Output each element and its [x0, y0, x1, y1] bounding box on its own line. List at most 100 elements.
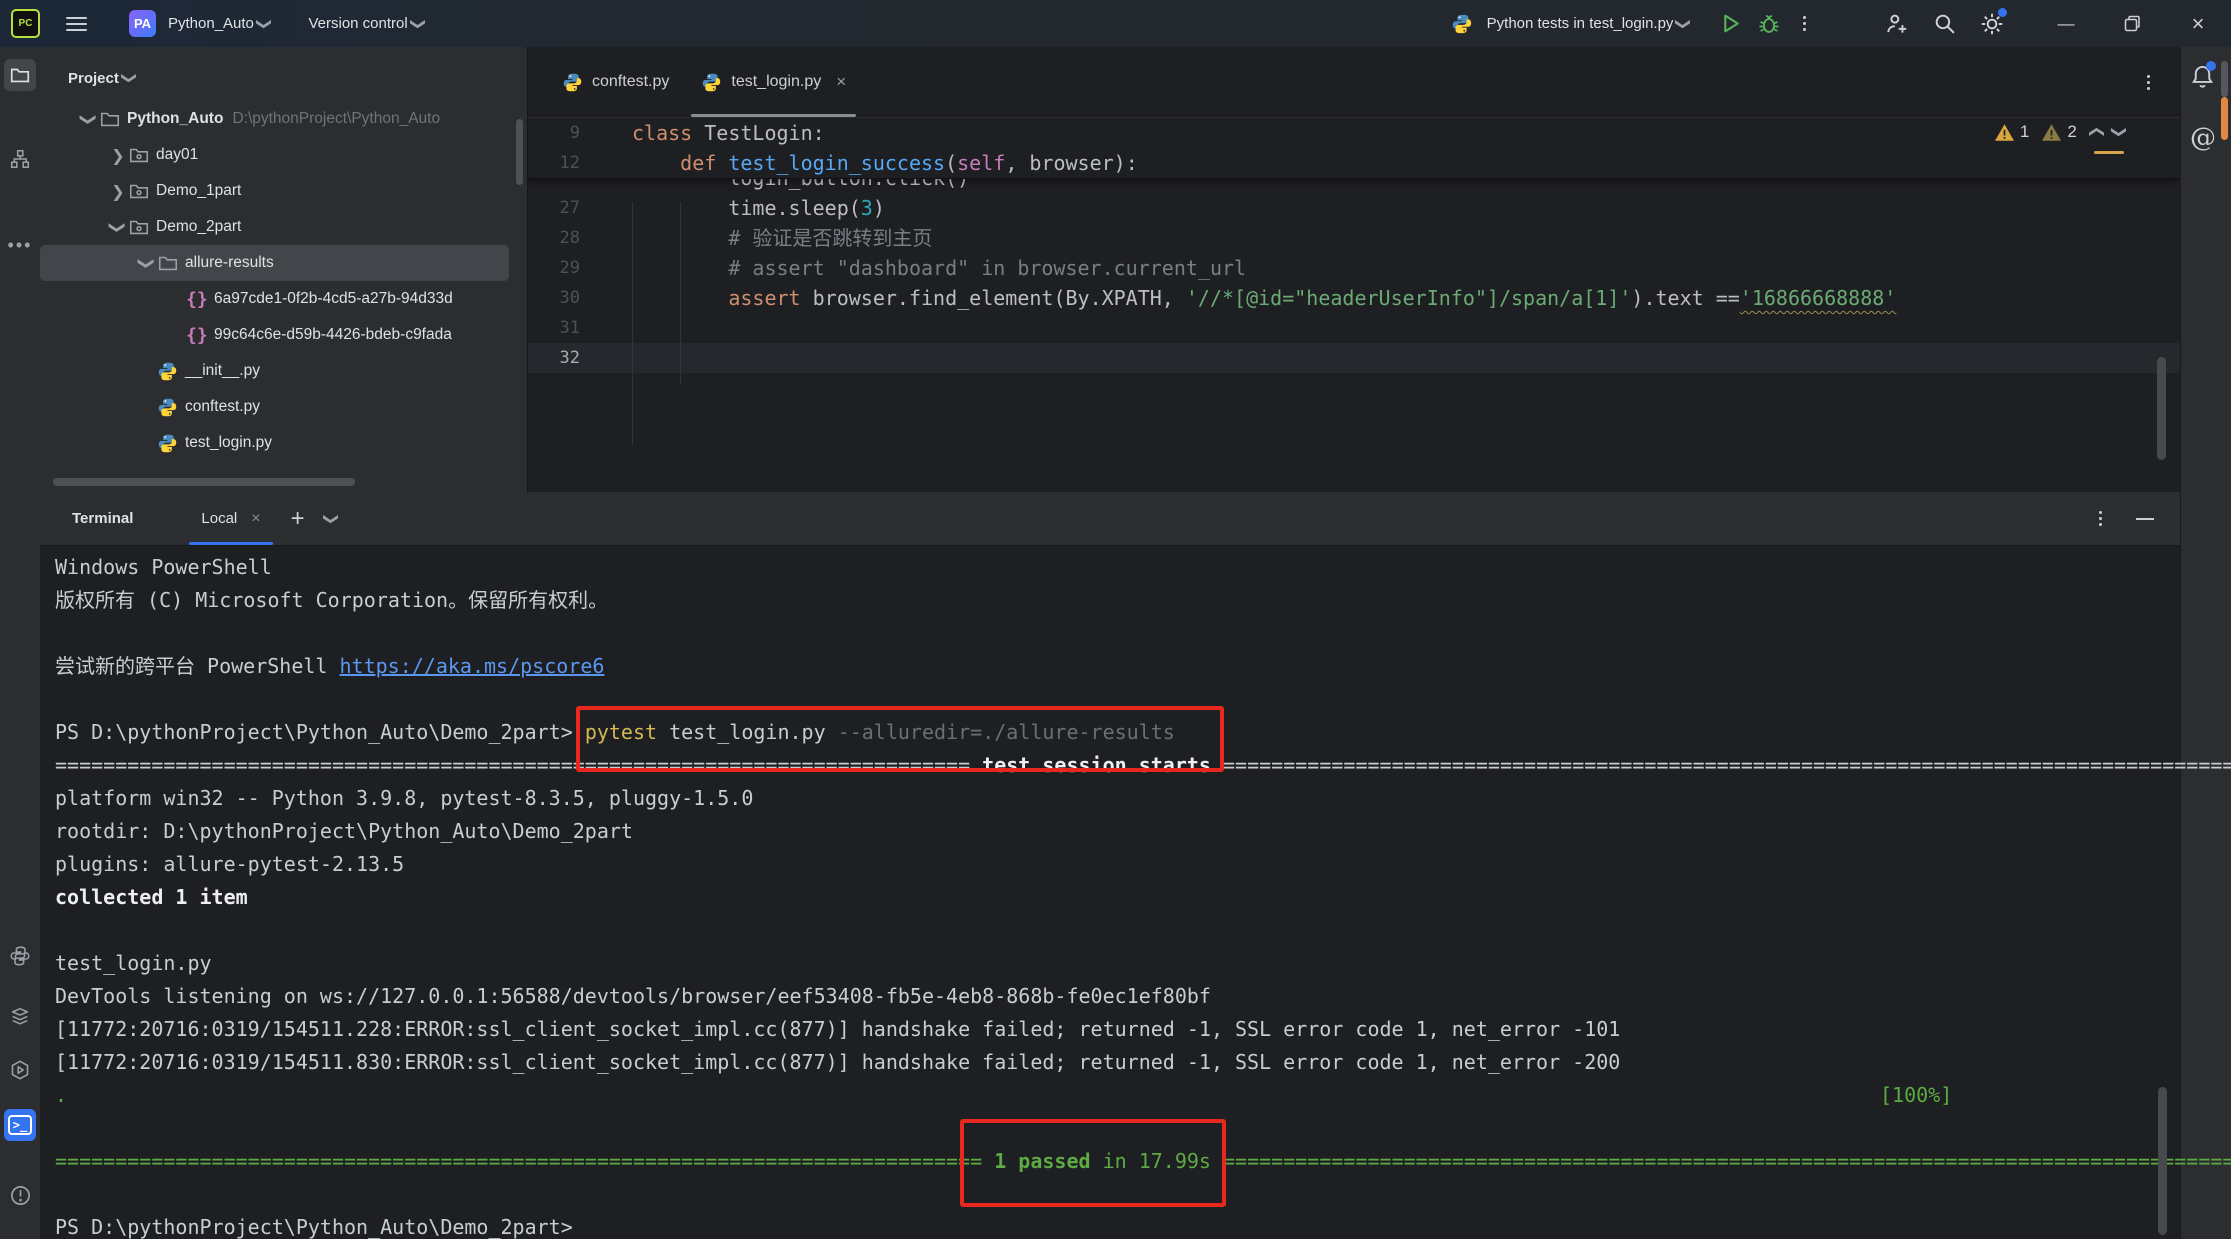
terminal-tool-icon[interactable]: >_ — [4, 1109, 36, 1141]
terminal-tab-local[interactable]: Local × — [189, 492, 272, 545]
code-area[interactable]: 9class TestLogin:12 def test_login_succe… — [528, 118, 2180, 373]
tree-item-day01[interactable]: ❯day01 — [40, 137, 527, 173]
folder-package-icon — [128, 144, 156, 166]
editor-scrollbar-thumb[interactable] — [2157, 357, 2166, 460]
code-line-27[interactable]: 27 time.sleep(3) — [528, 193, 2180, 223]
line-number: 28 — [528, 223, 580, 253]
tab-test-login[interactable]: test_login.py × — [685, 47, 862, 117]
code-line-29[interactable]: 29 # assert "dashboard" in browser.curre… — [528, 253, 2180, 283]
chevron-expanded-icon[interactable]: ❯ — [109, 217, 128, 237]
project-tool-icon[interactable] — [4, 59, 36, 91]
chevron-expanded-icon[interactable]: ❯ — [80, 109, 99, 129]
weak-warning-icon — [2041, 123, 2062, 142]
tree-item-6a97cde1-0f2b-4cd5-a27b-94d33d[interactable]: {}6a97cde1-0f2b-4cd5-a27b-94d33d — [40, 281, 527, 317]
chevron-collapsed-icon[interactable]: ❯ — [108, 146, 128, 165]
json-file-icon: {} — [186, 325, 214, 346]
editor-options-kebab[interactable] — [2139, 71, 2158, 94]
partially-scrolled-line[interactable]: login_button.click() — [528, 179, 2180, 193]
python-file-icon — [157, 361, 185, 382]
terminal-options-kebab[interactable] — [2091, 507, 2110, 530]
problems-tool-icon[interactable] — [4, 1179, 36, 1211]
vertical-scrollbar-thumb[interactable] — [516, 119, 523, 185]
line-number: 9 — [528, 118, 580, 148]
next-problem-icon[interactable]: ❯ — [2111, 126, 2129, 139]
code-line-12[interactable]: 12 def test_login_success(self, browser)… — [528, 148, 2180, 178]
warning-icon — [1994, 123, 2015, 142]
terminal-output[interactable]: Windows PowerShell版权所有 (C) Microsoft Cor… — [40, 546, 2180, 1239]
tree-item-99c64c6e-d59b-4426-bdeb-c9fada[interactable]: {}99c64c6e-d59b-4426-bdeb-c9fada — [40, 317, 527, 353]
terminal-link[interactable]: https://aka.ms/pscore6 — [340, 654, 605, 678]
code-line-9[interactable]: 9class TestLogin: — [528, 118, 2180, 148]
structure-tool-icon[interactable] — [4, 143, 36, 175]
chevron-expanded-icon[interactable]: ❯ — [138, 253, 157, 273]
tree-item-Demo_1part[interactable]: ❯Demo_1part — [40, 173, 527, 209]
line-number — [528, 179, 580, 193]
tree-item-__init__py[interactable]: __init__.py — [40, 353, 527, 389]
inspections-widget[interactable]: 1 2 ❯ ❯ — [1994, 122, 2126, 142]
terminal-line-3: 尝试新的跨平台 PowerShell https://aka.ms/pscore… — [55, 650, 2180, 683]
close-tab-icon[interactable]: × — [836, 72, 846, 92]
highlight-level-indicator — [2094, 151, 2124, 154]
code-line-31[interactable]: 31 — [528, 313, 2180, 343]
terminal-tab-label: Local — [201, 510, 237, 527]
folder-icon — [157, 252, 185, 274]
project-selector[interactable]: Python_Auto ❯ — [168, 15, 270, 33]
terminal-scrollbar-thumb[interactable] — [2158, 1087, 2167, 1235]
tree-item-Demo_2part[interactable]: ❯Demo_2part — [40, 209, 527, 245]
vcs-menu[interactable]: Version control ❯ — [308, 15, 424, 33]
terminal-line-18: ========================================… — [55, 1145, 2180, 1178]
hide-terminal-icon[interactable] — [2136, 518, 2154, 520]
run-button[interactable] — [1718, 11, 1743, 36]
more-tool-windows-icon[interactable]: ••• — [4, 229, 36, 261]
project-tree: ❯Python_AutoD:\pythonProject\Python_Auto… — [40, 101, 527, 461]
main-menu-button[interactable] — [54, 9, 99, 39]
tree-item-label: test_login.py — [185, 434, 272, 452]
terminal-line-19 — [55, 1178, 2180, 1211]
title-bar: PC PA Python_Auto ❯ Version control ❯ Py… — [0, 0, 2231, 47]
minimize-button[interactable]: — — [2033, 0, 2099, 47]
code-line-32[interactable]: 32 — [528, 343, 2180, 373]
layers-tool-icon[interactable] — [4, 1000, 36, 1032]
terminal-title: Terminal — [72, 510, 133, 527]
tab-conftest[interactable]: conftest.py — [546, 47, 685, 117]
sticky-lines[interactable]: 9class TestLogin:12 def test_login_succe… — [528, 118, 2180, 179]
tree-item-label: conftest.py — [185, 398, 260, 416]
code-line-28[interactable]: 28 # 验证是否跳转到主页 — [528, 223, 2180, 253]
ai-assistant-icon[interactable]: @ — [2190, 123, 2216, 153]
more-actions-kebab[interactable] — [1795, 12, 1814, 35]
settings-gear-icon[interactable] — [1979, 11, 2005, 37]
chevron-collapsed-icon[interactable]: ❯ — [108, 182, 128, 201]
folder-package-icon — [128, 216, 156, 238]
python-console-icon[interactable] — [4, 940, 36, 972]
new-terminal-icon[interactable]: + — [291, 505, 305, 533]
tree-item-allure-results[interactable]: ❯ allure-results — [40, 245, 509, 281]
tree-item-Python_Auto[interactable]: ❯Python_AutoD:\pythonProject\Python_Auto — [40, 101, 527, 137]
line-number: 29 — [528, 253, 580, 283]
project-panel-header[interactable]: Project ❯ — [40, 47, 527, 101]
python-file-icon — [701, 72, 722, 93]
chevron-down-icon: ❯ — [255, 17, 273, 30]
tree-item-test_loginpy[interactable]: test_login.py — [40, 425, 527, 461]
folder-icon — [99, 108, 127, 130]
terminal-line-12: test_login.py — [55, 947, 2180, 980]
chevron-down-icon[interactable]: ❯ — [322, 512, 340, 525]
search-everywhere-icon[interactable] — [1932, 11, 1957, 36]
previous-problem-icon[interactable]: ❯ — [2086, 126, 2104, 139]
notifications-bell-icon[interactable] — [2189, 63, 2216, 90]
line-number: 12 — [528, 148, 580, 178]
code-with-me-icon[interactable] — [1884, 11, 1910, 37]
terminal-line-13: DevTools listening on ws://127.0.0.1:565… — [55, 980, 2180, 1013]
code-line-30[interactable]: 30 assert browser.find_element(By.XPATH,… — [528, 283, 2180, 313]
debug-button[interactable] — [1757, 12, 1781, 36]
stripe-scrollbar-segment — [2221, 61, 2228, 97]
python-file-icon — [157, 397, 185, 418]
close-button[interactable]: × — [2165, 0, 2231, 47]
services-tool-icon[interactable] — [4, 1054, 36, 1086]
close-terminal-tab-icon[interactable]: × — [251, 510, 260, 528]
restore-button[interactable] — [2099, 0, 2165, 47]
code-line-x[interactable]: login_button.click() — [528, 179, 2180, 193]
horizontal-scrollbar-thumb[interactable] — [53, 478, 355, 486]
tree-item-conftestpy[interactable]: conftest.py — [40, 389, 527, 425]
tree-item-label: allure-results — [185, 254, 274, 272]
run-configuration-selector[interactable]: Python tests in test_login.py ❯ — [1487, 15, 1690, 33]
